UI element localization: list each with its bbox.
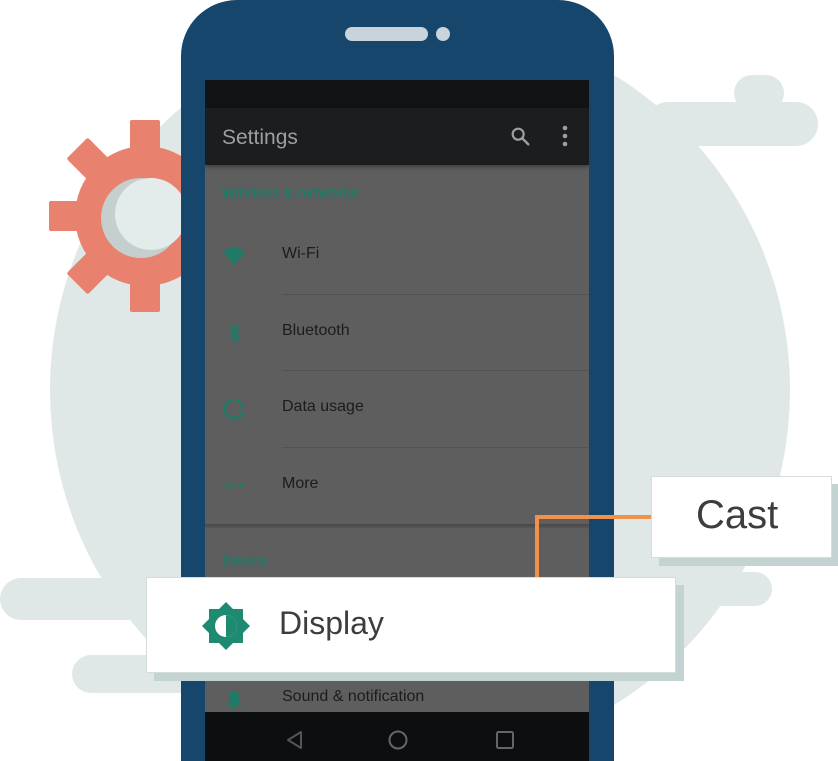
section-header-wireless: Wireless & networks bbox=[222, 184, 359, 200]
status-bar bbox=[205, 80, 589, 108]
bell-icon bbox=[227, 691, 241, 710]
cast-callout: Cast bbox=[651, 476, 832, 558]
navigation-bar bbox=[205, 712, 589, 761]
more-horiz-icon bbox=[225, 484, 243, 488]
home-icon[interactable] bbox=[387, 729, 409, 751]
section-header-device: Device bbox=[222, 552, 268, 568]
wifi-icon bbox=[223, 247, 245, 265]
settings-item-label: Bluetooth bbox=[282, 322, 350, 339]
brightness-icon bbox=[202, 602, 250, 650]
settings-item-label: Sound & notification bbox=[282, 688, 425, 705]
cast-label: Cast bbox=[696, 493, 779, 537]
phone-camera bbox=[436, 27, 450, 41]
settings-item-bluetooth[interactable]: Bluetooth bbox=[205, 295, 589, 371]
display-callout[interactable]: Display bbox=[146, 577, 676, 673]
settings-item-label: Data usage bbox=[282, 398, 364, 415]
section-divider bbox=[205, 524, 589, 526]
app-title: Settings bbox=[222, 126, 298, 149]
display-label: Display bbox=[279, 605, 384, 641]
settings-item-more[interactable]: More bbox=[205, 448, 589, 524]
phone-speaker bbox=[345, 27, 428, 41]
settings-item-data-usage[interactable]: Data usage bbox=[205, 371, 589, 447]
bluetooth-icon bbox=[228, 323, 240, 343]
back-icon[interactable] bbox=[285, 730, 305, 750]
settings-item-label: More bbox=[282, 475, 319, 492]
illustration-stage: Settings Wireless & networks Wi-Fi Bluet… bbox=[0, 0, 838, 761]
app-bar: Settings bbox=[205, 108, 589, 165]
settings-item-label: Wi-Fi bbox=[282, 245, 320, 262]
more-vert-icon[interactable] bbox=[562, 125, 568, 147]
data-usage-icon bbox=[223, 398, 245, 420]
recents-icon[interactable] bbox=[495, 730, 515, 750]
search-icon[interactable] bbox=[509, 125, 531, 147]
settings-item-wifi[interactable]: Wi-Fi bbox=[205, 218, 589, 294]
